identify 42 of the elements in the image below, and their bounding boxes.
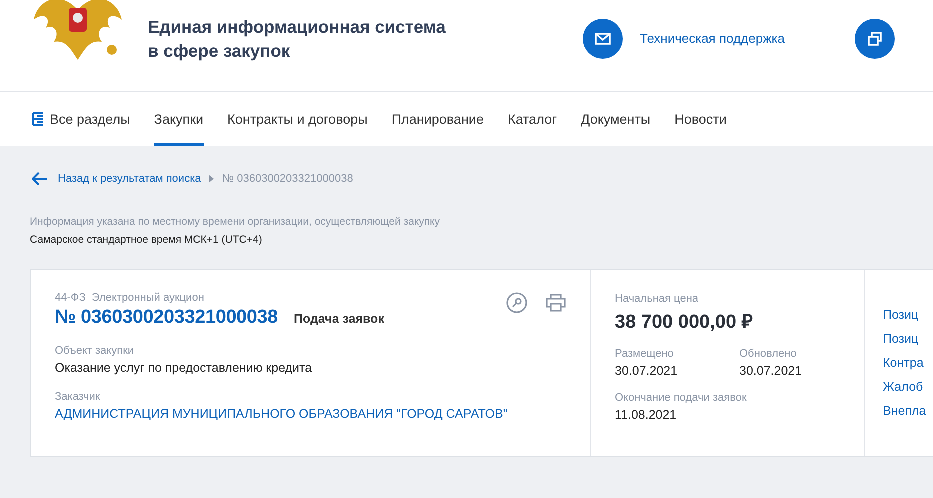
side-link[interactable]: Позиц — [883, 332, 926, 346]
side-link[interactable]: Позиц — [883, 308, 926, 322]
date-label: Обновлено — [740, 348, 798, 360]
nav-tab[interactable]: Документы — [581, 92, 651, 146]
price-label: Начальная цена — [615, 293, 700, 305]
nav-tab[interactable]: Новости — [674, 92, 727, 146]
windows-icon[interactable] — [855, 18, 895, 58]
purchase-number[interactable]: № 0360300203321000038 — [55, 307, 278, 329]
nav-tab[interactable]: Все разделы — [32, 92, 130, 146]
side-link[interactable]: Внепла — [883, 404, 926, 418]
date-value: 30.07.2021 — [615, 364, 679, 378]
nav-tab[interactable]: Планирование — [392, 92, 484, 146]
law-label: 44-ФЗ — [55, 292, 86, 304]
back-arrow-icon[interactable] — [32, 172, 48, 186]
site-title: в сфере закупок — [148, 40, 292, 62]
side-link[interactable]: Контра — [883, 356, 926, 370]
back-link[interactable]: Назад к результатам поиска — [58, 173, 202, 185]
timezone-value: Самарское стандартное время МСК+1 (UTC+4) — [30, 234, 264, 246]
sections-icon — [32, 112, 44, 126]
side-link[interactable]: Жалоб — [883, 380, 926, 394]
method-label: Электронный аукцион — [92, 292, 204, 304]
timezone-note: Информация указана по местному времени организации, осуществляющей закупку — [30, 216, 442, 228]
field-label: Объект закупки — [55, 345, 136, 357]
price-value: 38 700 000,00 ₽ — [615, 311, 754, 334]
nav-tab[interactable]: Закупки — [154, 92, 204, 146]
nav-tab[interactable]: Контракты и договоры — [228, 92, 368, 146]
chevron-icon — [209, 175, 214, 183]
date-label: Размещено — [615, 348, 675, 360]
breadcrumb-current: № 0360300203321000038 — [222, 173, 354, 185]
print-icon[interactable] — [546, 294, 566, 312]
mail-icon[interactable] — [583, 18, 623, 58]
support-link[interactable]: Техническая поддержка — [640, 31, 855, 46]
deadline-value: 11.08.2021 — [615, 408, 678, 422]
customer-link[interactable]: АДМИНИСТРАЦИЯ МУНИЦИПАЛЬНОГО ОБРАЗОВАНИЯ "ГОРОД САРАТОВ" — [55, 407, 590, 421]
key-icon[interactable] — [506, 292, 528, 314]
site-title: Единая информационная система — [148, 16, 447, 38]
field-label: Заказчик — [55, 391, 102, 403]
nav-tab[interactable]: Каталог — [508, 92, 558, 146]
field-value: Оказание услуг по предоставлению кредита — [55, 361, 314, 375]
date-value: 30.07.2021 — [740, 364, 804, 378]
status-label: Подача заявок — [294, 312, 384, 326]
deadline-label: Окончание подачи заявок — [615, 392, 748, 404]
